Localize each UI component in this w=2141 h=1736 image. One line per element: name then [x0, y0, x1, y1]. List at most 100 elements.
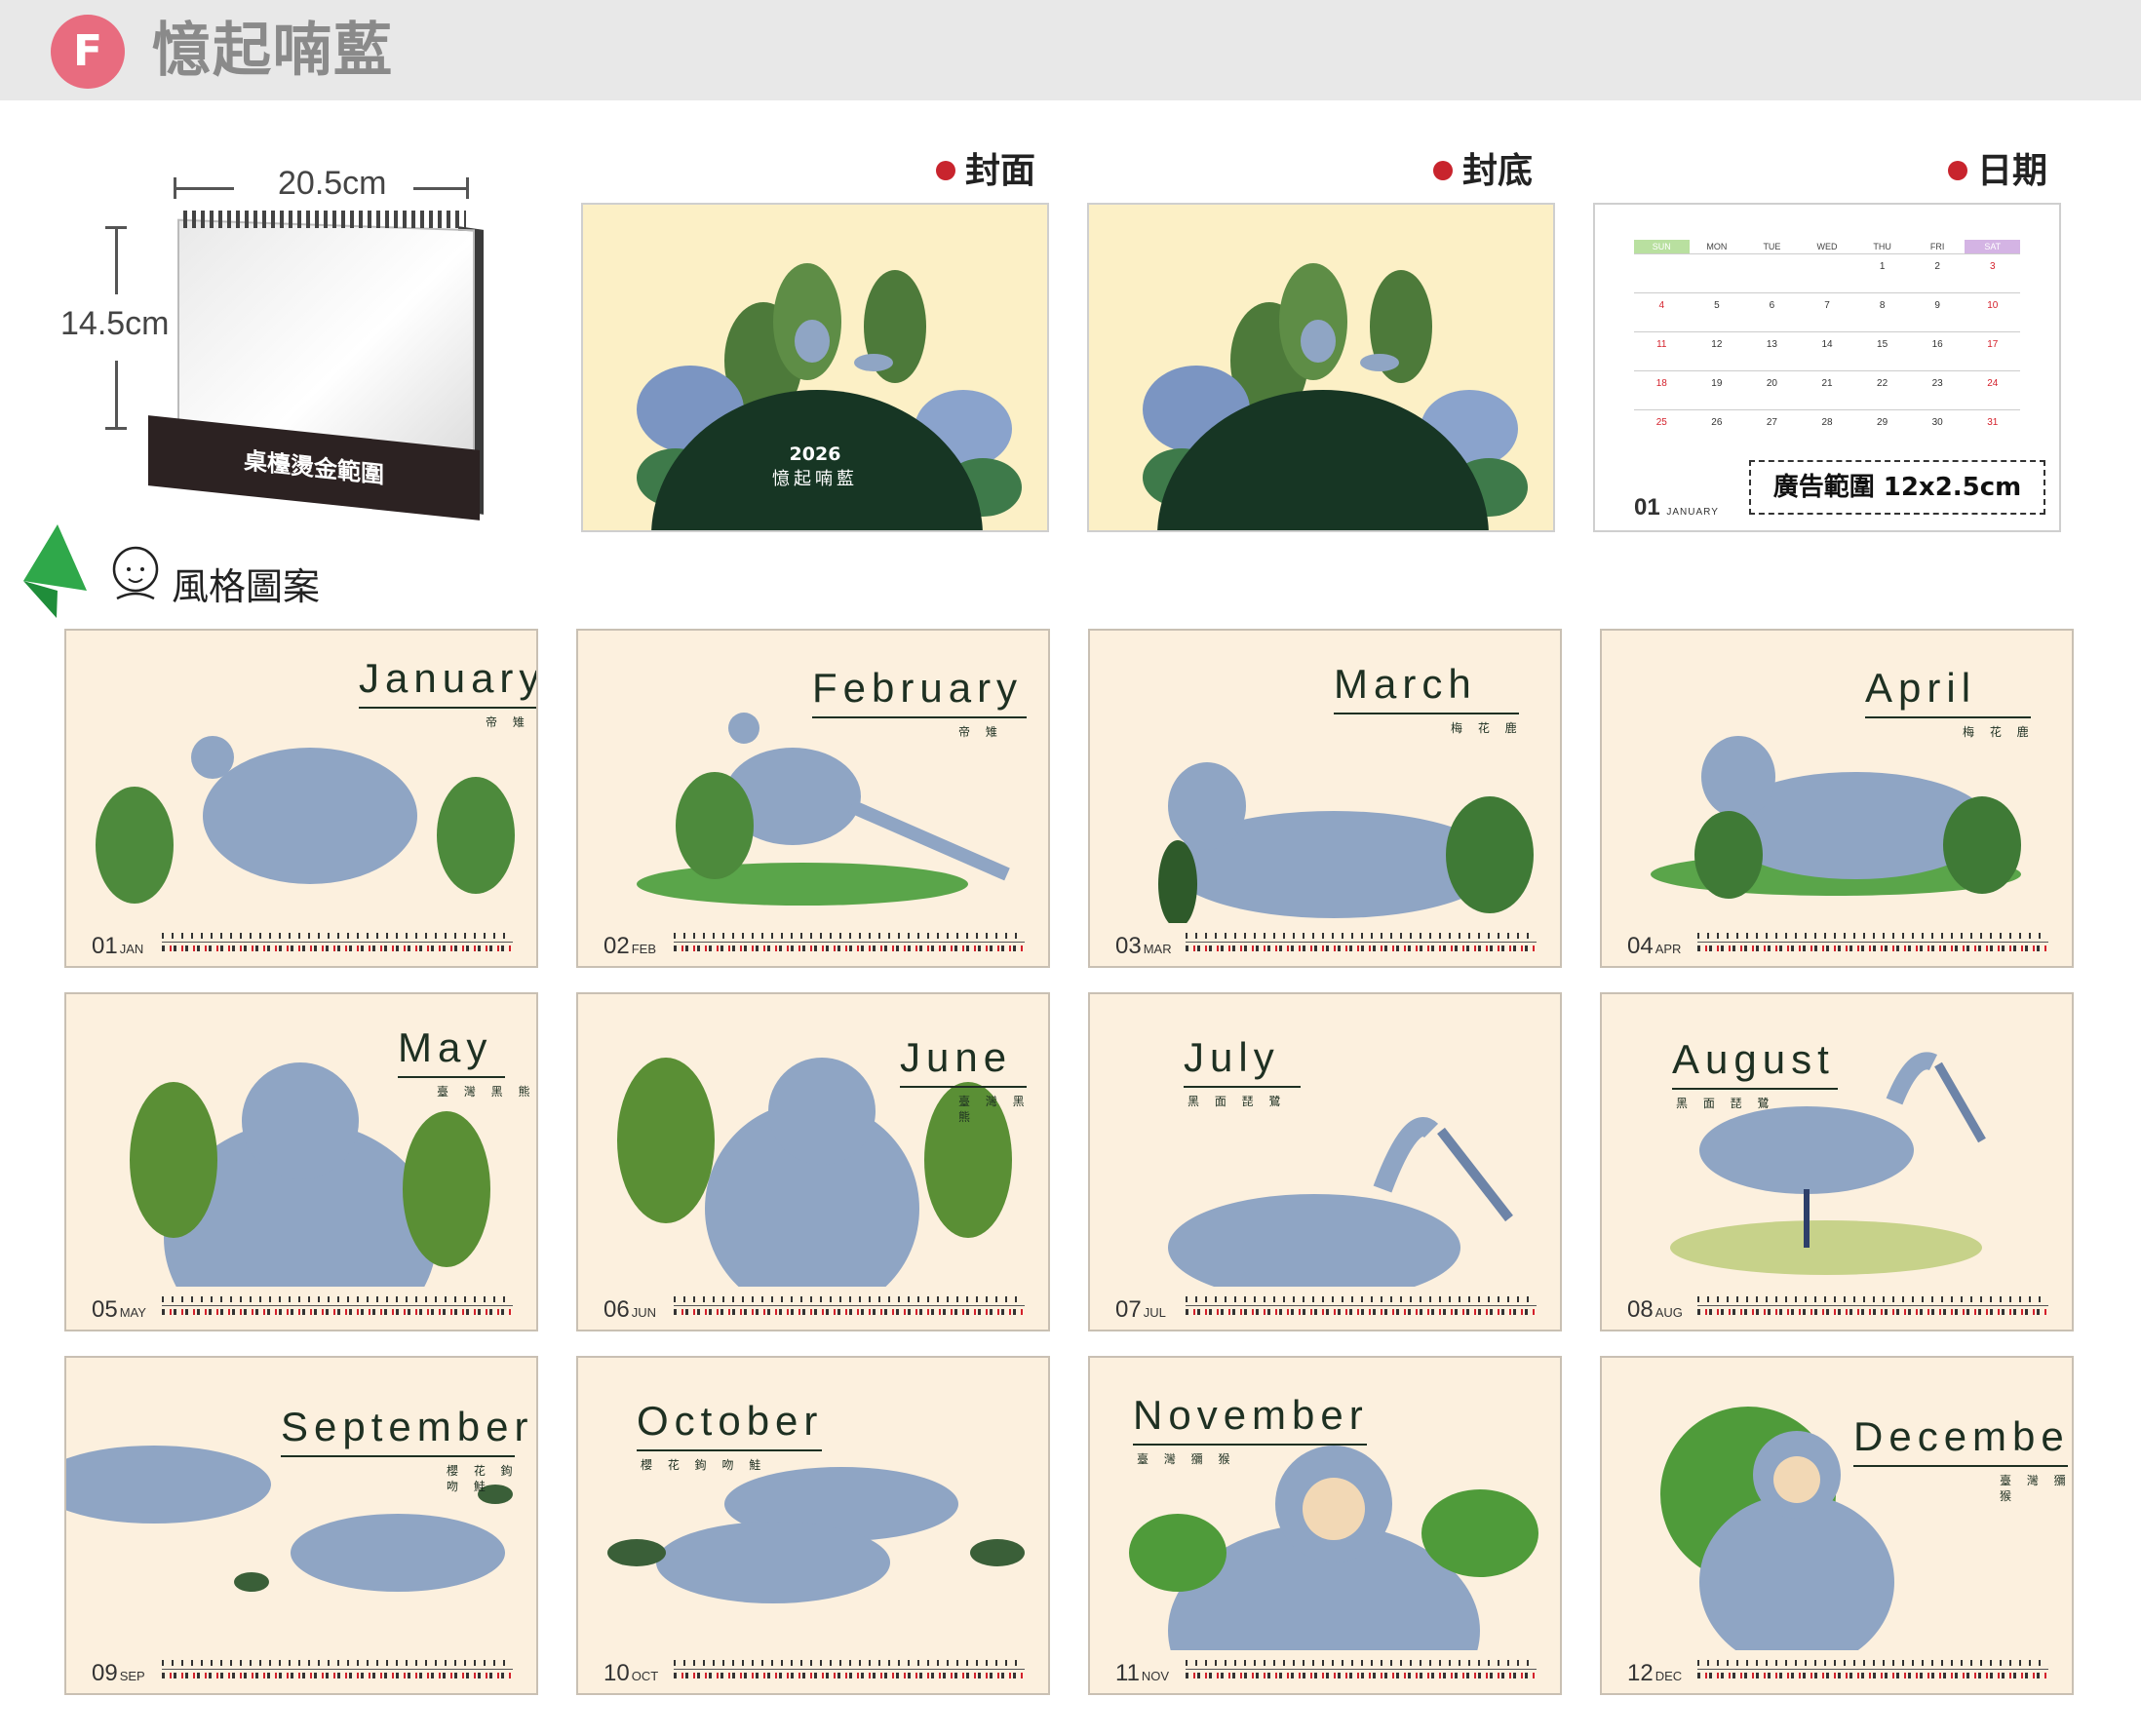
month-name: February: [812, 665, 1024, 711]
title-underline: [281, 1455, 515, 1457]
day-cell: 21: [1821, 378, 1833, 389]
animal-name: 臺 灣 黑 熊: [437, 1085, 536, 1099]
mini-date-strip: [1186, 931, 1537, 954]
month-card: November 臺 灣 獼 猴 11 NOV: [1088, 1356, 1562, 1695]
animal-name: 梅 花 鹿: [1963, 725, 2035, 739]
product-title: 憶起喃藍: [152, 17, 394, 85]
animal-illustration: [66, 1446, 513, 1592]
width-dimension-tick-left: [174, 177, 176, 199]
title-underline: [1853, 1465, 2068, 1467]
animal-name: 帝 雉: [958, 725, 1003, 739]
day-cell: 12: [1711, 339, 1723, 350]
desk-calendar-mockup: 桌檯燙金範圍: [148, 203, 489, 521]
spiral-binding: [183, 211, 466, 228]
height-dimension-tick-top: [105, 226, 127, 229]
day-cell: 18: [1655, 378, 1667, 389]
ad-area: 廣告範圍 12x2.5cm: [1749, 460, 2045, 515]
month-card: May 臺 灣 黑 熊 05 MAY: [64, 992, 538, 1331]
title-underline: [359, 707, 536, 709]
red-dot-icon: [1433, 161, 1453, 180]
month-card: July 黑 面 琵 鷺 07 JUL: [1088, 992, 1562, 1331]
day-cell: 13: [1766, 339, 1777, 350]
day-cell: 30: [1931, 417, 1943, 428]
cover-title: 憶起喃藍: [772, 469, 858, 489]
day-cell: [1744, 254, 1800, 292]
month-card: October 櫻 花 鉤 吻 鮭 10 OCT: [576, 1356, 1050, 1695]
month-name: March: [1334, 661, 1477, 707]
back-label: 封底: [1433, 150, 1533, 193]
week-row: 4 5 6 7 8 9 10: [1634, 292, 2020, 331]
mini-date-strip: [674, 1294, 1025, 1318]
weekday-cell: SAT: [1965, 240, 2021, 253]
date-label: 日期: [1948, 150, 2047, 193]
height-dimension-tick-bottom: [105, 427, 127, 430]
title-underline: [812, 716, 1027, 718]
month-card: June 臺 灣 黑 熊 06 JUN: [576, 992, 1050, 1331]
week-row: 1 2 3: [1634, 253, 2020, 292]
day-cell: 25: [1655, 417, 1667, 428]
height-dimension-line-bottom: [115, 361, 118, 429]
mini-date-strip: [1697, 931, 2048, 954]
day-cell: 2: [1934, 261, 1940, 272]
month-number: 02 FEB: [603, 933, 656, 959]
month-name: July: [1184, 1034, 1280, 1080]
month-number: 05 MAY: [92, 1296, 146, 1323]
weekday-cell: MON: [1706, 242, 1728, 251]
month-card: February 帝 雉 02 FEB: [576, 629, 1050, 968]
animal-name: 黑 面 琵 鷺: [1187, 1095, 1287, 1108]
style-pattern-label: 風格圖案: [172, 565, 321, 608]
mini-date-strip: [1186, 1294, 1537, 1318]
day-cell: 11: [1656, 339, 1667, 350]
month-number: 11 NOV: [1115, 1660, 1170, 1686]
weekday-cell: THU: [1873, 242, 1891, 251]
day-cell: 28: [1821, 417, 1833, 428]
day-cell: 14: [1821, 339, 1833, 350]
month-name: August: [1672, 1036, 1835, 1082]
weekday-header: SUN MON TUE WED THU FRI SAT: [1634, 240, 2021, 253]
month-name: May: [398, 1024, 493, 1070]
date-grid: SUN MON TUE WED THU FRI SAT 1 2 3 4 5 6 7 8 9 10 11 12 13 14…: [1634, 240, 2021, 448]
title-underline: [637, 1449, 822, 1451]
day-cell: 26: [1711, 417, 1723, 428]
mini-date-strip: [1697, 1294, 2048, 1318]
day-cell: 29: [1877, 417, 1888, 428]
animal-name: 帝 雉: [486, 715, 530, 729]
width-dimension-line-left: [175, 187, 234, 190]
day-cell: [1800, 254, 1855, 292]
month-number: 12 DEC: [1627, 1660, 1683, 1686]
day-cell: 20: [1766, 378, 1777, 389]
weekday-cell: FRI: [1929, 242, 1945, 251]
animal-illustration: [1660, 1407, 1894, 1650]
cover-label: 封面: [936, 150, 1035, 193]
day-cell: 8: [1879, 300, 1886, 311]
title-underline: [900, 1086, 1027, 1088]
day-cell: 5: [1714, 300, 1720, 311]
section-badge: F: [51, 15, 125, 89]
weekday-cell: TUE: [1763, 242, 1781, 251]
back-cover-illustration: [1143, 263, 1528, 530]
animal-name: 臺 灣 獼 猴: [2000, 1474, 2072, 1503]
month-name: December: [1853, 1413, 2074, 1459]
mini-date-strip: [162, 1658, 513, 1681]
month-card: January 帝 雉 01 JAN: [64, 629, 538, 968]
day-cell: [1690, 254, 1745, 292]
back-cover-preview: [1087, 203, 1555, 532]
mini-date-strip: [162, 931, 513, 954]
title-underline: [1133, 1444, 1367, 1446]
animal-illustration: [1651, 736, 2021, 899]
weekday-cell: SUN: [1634, 240, 1690, 253]
width-dimension-tick-right: [466, 177, 469, 199]
month-card: August 黑 面 琵 鷺 08 AUG: [1600, 992, 2074, 1331]
cover-year: 2026: [789, 444, 841, 465]
month-number: 01 JAN: [92, 933, 144, 959]
month-number: 06 JUN: [603, 1296, 656, 1323]
day-cell: 27: [1766, 417, 1777, 428]
month-name: September: [281, 1404, 534, 1449]
animal-illustration: [1168, 1117, 1513, 1287]
day-cell: 17: [1987, 339, 1999, 350]
month-name: April: [1865, 665, 1977, 711]
month-card: September 櫻 花 鉤 吻 鮭 09 SEP: [64, 1356, 538, 1695]
day-cell: 1: [1879, 261, 1886, 272]
month-number: 07 JUL: [1115, 1296, 1166, 1323]
animal-name: 櫻 花 鉤 吻 鮭: [447, 1464, 519, 1493]
